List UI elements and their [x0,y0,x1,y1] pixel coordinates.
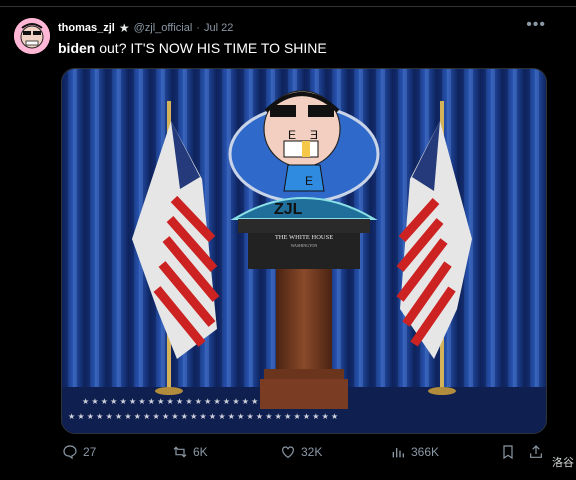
svg-text:E: E [305,174,313,188]
analytics-icon [392,448,404,458]
svg-text:★ ★ ★ ★ ★ ★ ★ ★ ★ ★ ★ ★ ★ ★ ★: ★ ★ ★ ★ ★ ★ ★ ★ ★ ★ ★ ★ ★ ★ ★ ★ ★ ★ ★ ★ … [68,412,338,421]
tweet-text-bold: biden [58,40,96,56]
separator: · [196,22,200,34]
divider [0,6,576,7]
view-count: 366K [411,445,440,459]
views-button[interactable]: 366K [390,444,439,460]
tweet-text-rest: out? IT'S NOW HIS TIME TO SHINE [95,40,327,56]
author-name[interactable]: thomas_zjl [58,22,115,34]
repost-icon [173,446,187,458]
watermark-text: 洛谷 [552,457,574,469]
share-button[interactable] [528,444,544,460]
podium-column [276,269,332,373]
timestamp[interactable]: Jul 22 [204,22,233,34]
repost-button[interactable]: 6K [172,444,208,460]
repost-count: 6K [193,445,208,459]
tweet-header: thomas_zjl ★ @zjl_official · Jul 22 [58,21,233,35]
drawn-text: ZJL [274,201,303,218]
avatar[interactable] [14,18,50,54]
author-handle[interactable]: @zjl_official [134,22,193,34]
verified-star-icon: ★ [118,21,130,35]
podium-image: ★ ★ ★ ★ ★ ★ ★ ★ ★ ★ ★ ★ ★ ★ ★ ★ ★ ★ ★ ★ … [62,69,546,433]
podium-top [238,219,370,233]
tweet-text: biden out? IT'S NOW HIS TIME TO SHINE [58,40,327,56]
like-button[interactable]: 32K [280,444,322,460]
svg-text:E: E [288,128,296,142]
bookmark-button[interactable] [500,444,516,460]
podium-sign-line2: WASHINGTON [291,243,318,248]
reply-icon [63,445,77,460]
like-count: 32K [301,445,323,459]
tweet-media[interactable]: ★ ★ ★ ★ ★ ★ ★ ★ ★ ★ ★ ★ ★ ★ ★ ★ ★ ★ ★ ★ … [61,68,547,434]
svg-text:Ǝ: Ǝ [310,128,318,142]
podium-sign-line1: THE WHITE HOUSE [275,234,333,241]
reply-button[interactable]: 27 [62,444,96,460]
reply-count: 27 [83,445,97,459]
avatar-cartoon-icon [14,18,50,54]
podium-base [260,379,348,409]
bookmark-icon [503,445,513,460]
action-bar: 27 6K 32K 366K [62,444,552,464]
more-options-icon[interactable]: ••• [526,16,546,34]
share-icon [530,445,542,458]
heart-icon [282,446,294,459]
